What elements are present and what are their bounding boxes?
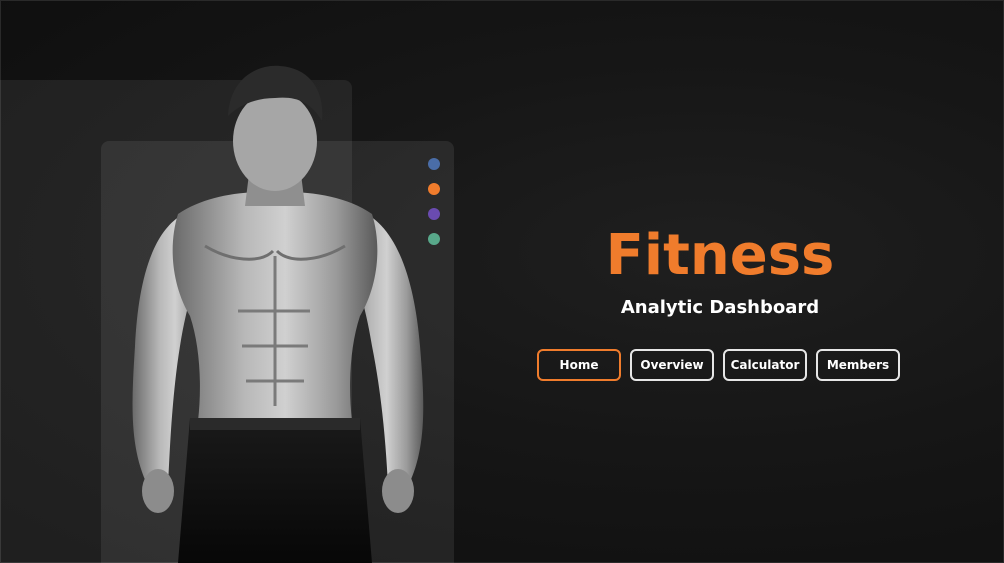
nav-calculator-button[interactable]: Calculator	[723, 349, 807, 381]
page-subtitle: Analytic Dashboard	[620, 297, 820, 318]
nav-members-button[interactable]: Members	[816, 349, 900, 381]
nav-overview-button[interactable]: Overview	[630, 349, 714, 381]
nav-bar: Home Overview Calculator Members	[537, 349, 900, 381]
nav-home-button[interactable]: Home	[537, 349, 621, 381]
page-title: Fitness	[605, 223, 835, 288]
athlete-image	[132, 65, 424, 563]
hero-section: Fitness Analytic Dashboard	[520, 222, 920, 320]
